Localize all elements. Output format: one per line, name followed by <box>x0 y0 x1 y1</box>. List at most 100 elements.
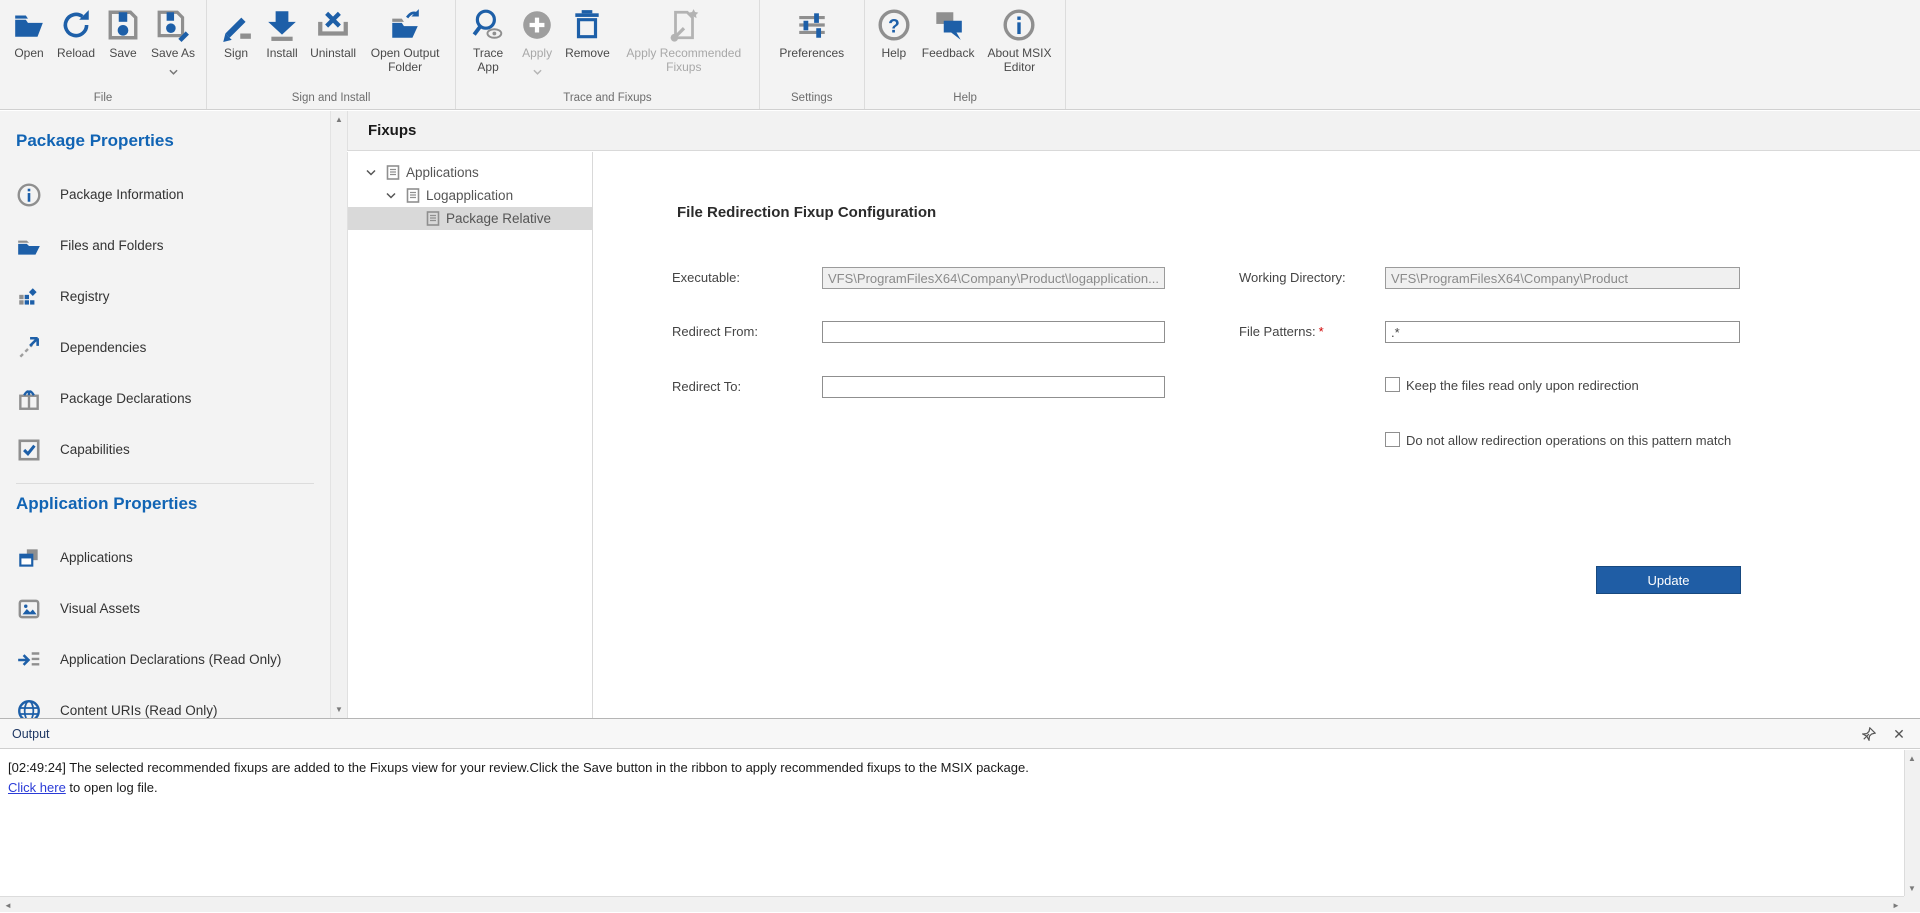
sidebar-item-visual-assets[interactable]: Visual Assets <box>16 583 330 634</box>
chevron-down-icon <box>386 192 398 200</box>
document-icon <box>386 165 400 180</box>
help-label: Help <box>881 46 906 60</box>
checkbox-label: Keep the files read only upon redirectio… <box>1406 378 1639 393</box>
fixups-page-title: Fixups <box>368 122 416 139</box>
file-redirection-config-panel: File Redirection Fixup Configuration Exe… <box>594 152 1920 718</box>
document-icon <box>426 211 440 226</box>
dependencies-icon <box>16 335 42 361</box>
ribbon-group-help: ? Help Feedback About MSIX Editor Help <box>864 0 1067 109</box>
help-button[interactable]: ? Help <box>871 0 917 60</box>
output-horizontal-scrollbar[interactable]: ◄ ► <box>0 896 1904 912</box>
redirect-to-label: Redirect To: <box>672 379 741 394</box>
sign-button[interactable]: Sign <box>213 0 259 60</box>
install-button[interactable]: Install <box>259 0 305 60</box>
output-header: Output ✕ <box>0 719 1920 749</box>
sidebar-item-label: Applications <box>60 550 133 565</box>
scroll-down-arrow[interactable]: ▼ <box>331 701 347 718</box>
scroll-left-arrow[interactable]: ◄ <box>0 897 16 913</box>
sidebar-item-dependencies[interactable]: Dependencies <box>16 322 330 373</box>
scroll-right-arrow[interactable]: ► <box>1888 897 1904 913</box>
uninstall-button[interactable]: Uninstall <box>305 0 361 60</box>
ribbon-group-sign-install: Sign Install Uninstall Open Output Folde… <box>206 0 455 109</box>
ribbon-toolbar: Open Reload Save Save As <box>0 0 1920 110</box>
sidebar-section-application-properties: Application Properties <box>16 494 330 524</box>
about-msix-editor-button[interactable]: About MSIX Editor <box>979 0 1059 75</box>
preferences-button[interactable]: Preferences <box>766 0 858 60</box>
working-directory-input <box>1385 267 1740 289</box>
tree-item-package-relative[interactable]: Package Relative <box>348 207 592 230</box>
chevron-down-icon <box>169 62 178 80</box>
files-and-folders-icon <box>16 233 42 259</box>
output-title: Output <box>12 727 50 741</box>
sidebar-item-package-information[interactable]: Package Information <box>16 169 330 220</box>
sign-label: Sign <box>224 46 248 60</box>
required-asterisk: * <box>1319 324 1324 339</box>
open-output-folder-button[interactable]: Open Output Folder <box>361 0 449 75</box>
sidebar-item-capabilities[interactable]: Capabilities <box>16 424 330 475</box>
save-label: Save <box>109 46 136 60</box>
sidebar-item-label: Registry <box>60 289 110 304</box>
output-log: [02:49:24] The selected recommended fixu… <box>0 750 1904 896</box>
working-directory-label: Working Directory: <box>1239 270 1346 285</box>
sidebar-item-files-and-folders[interactable]: Files and Folders <box>16 220 330 271</box>
sidebar-item-label: Files and Folders <box>60 238 164 253</box>
sidebar-scrollbar[interactable]: ▲ ▼ <box>330 111 347 718</box>
disallow-redirection-checkbox[interactable]: Do not allow redirection operations on t… <box>1385 432 1731 448</box>
reload-button[interactable]: Reload <box>52 0 100 60</box>
pin-icon[interactable] <box>1858 724 1880 744</box>
redirect-from-input[interactable] <box>822 321 1165 343</box>
application-declarations-icon <box>16 647 42 673</box>
open-log-file-link[interactable]: Click here <box>8 780 66 795</box>
output-log-line: [02:49:24] The selected recommended fixu… <box>8 758 1896 778</box>
uninstall-label: Uninstall <box>310 46 356 60</box>
update-button[interactable]: Update <box>1596 566 1741 594</box>
sidebar-item-content-uris[interactable]: Content URIs (Read Only) <box>16 685 330 718</box>
scrollbar-corner <box>1904 896 1920 912</box>
help-icon: ? <box>877 7 911 43</box>
remove-button[interactable]: Remove <box>560 0 615 60</box>
output-panel: Output ✕ [02:49:24] The selected recomme… <box>0 718 1920 912</box>
save-button[interactable]: Save <box>100 0 146 60</box>
tree-item-label: Applications <box>406 165 479 180</box>
close-icon[interactable]: ✕ <box>1888 724 1910 744</box>
visual-assets-icon <box>16 596 42 622</box>
sidebar-item-registry[interactable]: Registry <box>16 271 330 322</box>
apply-recommended-fixups-label: Apply Recommended Fixups <box>620 46 748 75</box>
ribbon-group-label-sign-install: Sign and Install <box>213 92 449 109</box>
reload-icon <box>59 7 93 43</box>
svg-text:?: ? <box>888 16 900 37</box>
ribbon-group-settings: Preferences Settings <box>759 0 864 109</box>
preferences-label: Preferences <box>779 46 844 60</box>
file-patterns-input[interactable] <box>1385 321 1740 343</box>
sidebar-item-application-declarations[interactable]: Application Declarations (Read Only) <box>16 634 330 685</box>
redirect-to-input[interactable] <box>822 376 1165 398</box>
feedback-button[interactable]: Feedback <box>917 0 980 60</box>
executable-label: Executable: <box>672 270 740 285</box>
package-information-icon <box>16 182 42 208</box>
sidebar-item-label: Capabilities <box>60 442 130 457</box>
sidebar-item-applications[interactable]: Applications <box>16 532 330 583</box>
scroll-up-arrow[interactable]: ▲ <box>331 111 347 128</box>
save-as-icon <box>156 7 190 43</box>
keep-files-readonly-checkbox[interactable]: Keep the files read only upon redirectio… <box>1385 377 1639 393</box>
save-as-label: Save As <box>151 46 195 60</box>
trace-app-button[interactable]: Trace App <box>462 0 514 75</box>
output-vertical-scrollbar[interactable]: ▲ ▼ <box>1904 750 1920 896</box>
tree-item-logapplication[interactable]: Logapplication <box>348 184 592 207</box>
registry-icon <box>16 284 42 310</box>
sidebar-item-package-declarations[interactable]: Package Declarations <box>16 373 330 424</box>
open-button[interactable]: Open <box>6 0 52 60</box>
checkbox-icon <box>1385 377 1400 392</box>
fixups-tree-panel: Applications Logapplication Package Rela… <box>347 152 593 718</box>
scroll-up-arrow[interactable]: ▲ <box>1904 750 1920 766</box>
document-icon <box>406 188 420 203</box>
sidebar-navigation: Package Properties Package Information F… <box>0 111 330 718</box>
open-label: Open <box>14 46 43 60</box>
save-as-button[interactable]: Save As <box>146 0 200 80</box>
sidebar-item-label: Dependencies <box>60 340 146 355</box>
about-msix-editor-label: About MSIX Editor <box>984 46 1054 75</box>
scroll-down-arrow[interactable]: ▼ <box>1904 880 1920 896</box>
feedback-icon <box>931 7 965 43</box>
tree-item-applications[interactable]: Applications <box>348 161 592 184</box>
about-msix-editor-icon <box>1002 7 1036 43</box>
